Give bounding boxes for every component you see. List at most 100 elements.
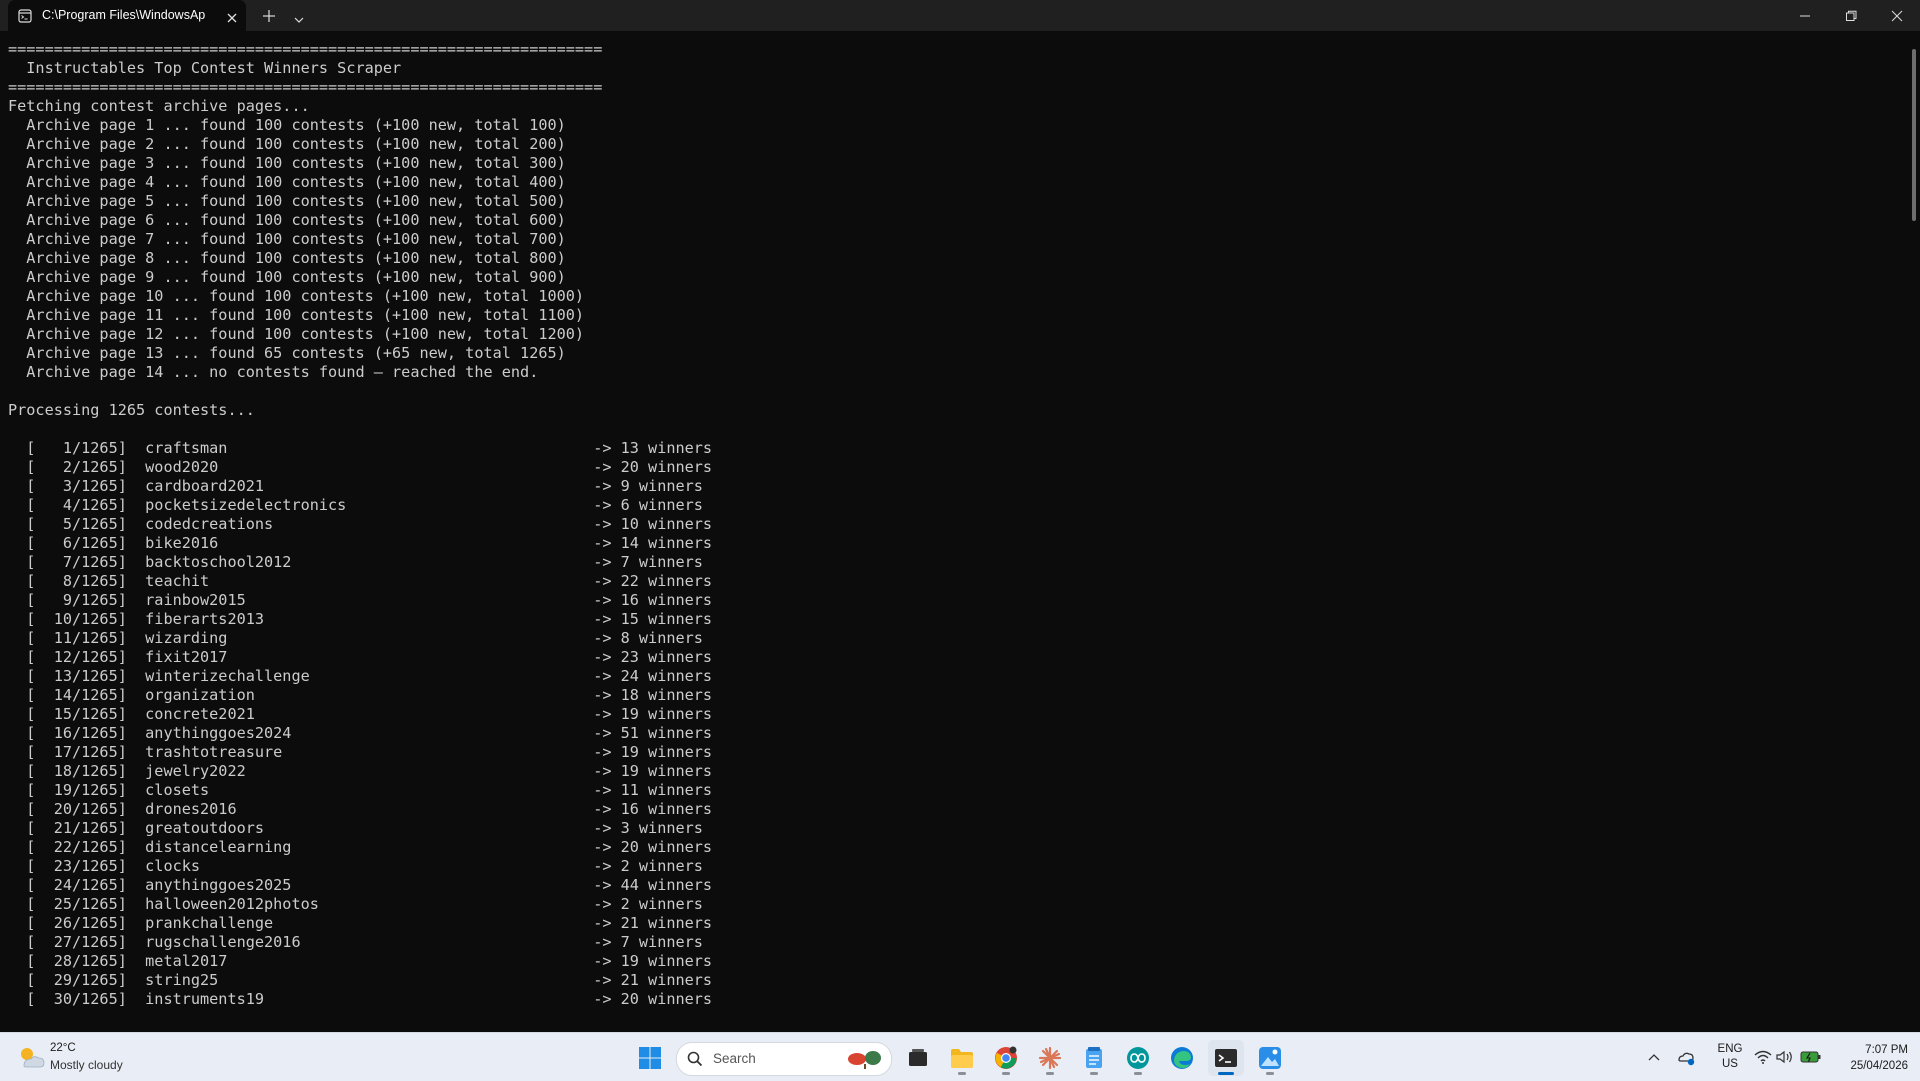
terminal-line: Archive page 12 ... found 100 contests (… [8, 325, 585, 343]
scrollbar-thumb[interactable] [1912, 49, 1916, 221]
terminal-line: Archive page 9 ... found 100 contests (+… [8, 268, 566, 286]
terminal-line: [ 19/1265] closets -> 11 winners [8, 781, 713, 799]
task-view-button[interactable] [900, 1040, 936, 1076]
terminal-line: Archive page 6 ... found 100 contests (+… [8, 211, 566, 229]
clock-time: 7:07 PM [1865, 1044, 1908, 1056]
terminal-line: [ 15/1265] concrete2021 -> 19 winners [8, 705, 713, 723]
terminal-tab[interactable]: C:\Program Files\WindowsAp [8, 0, 246, 31]
chrome-button[interactable] [988, 1040, 1024, 1076]
terminal-line: Archive page 14 ... no contests found – … [8, 363, 539, 381]
language-code: ENG [1717, 1043, 1743, 1055]
start-button[interactable] [632, 1040, 668, 1076]
terminal-line: [ 23/1265] clocks -> 2 winners [8, 857, 703, 875]
terminal-line: [ 17/1265] trashtotreasure -> 19 winners [8, 743, 713, 761]
tab-title: C:\Program Files\WindowsAp [42, 8, 206, 22]
weather-temperature: 22°C [50, 1042, 76, 1054]
wifi-icon[interactable] [1752, 1046, 1774, 1068]
terminal-line: [ 12/1265] fixit2017 -> 23 winners [8, 648, 713, 666]
terminal-line: ========================================… [8, 78, 603, 96]
close-window-button[interactable] [1874, 0, 1920, 31]
terminal-line: Archive page 5 ... found 100 contests (+… [8, 192, 566, 210]
terminal-line: [ 27/1265] rugschallenge2016 -> 7 winner… [8, 933, 703, 951]
terminal-line: [ 22/1265] distancelearning -> 20 winner… [8, 838, 713, 856]
partly-cloudy-icon [16, 1044, 46, 1076]
search-highlight-icon [845, 1048, 887, 1074]
volume-icon[interactable] [1774, 1046, 1796, 1068]
terminal-line: [ 3/1265] cardboard2021 -> 9 winners [8, 477, 703, 495]
notepad-icon [1086, 1047, 1102, 1068]
terminal-line: Archive page 7 ... found 100 contests (+… [8, 230, 566, 248]
onedrive-sync-icon[interactable] [1674, 1046, 1698, 1068]
edge-button[interactable] [1164, 1040, 1200, 1076]
terminal-line: [ 18/1265] jewelry2022 -> 19 winners [8, 762, 713, 780]
show-hidden-icons-chevron-icon[interactable] [1644, 1047, 1664, 1067]
terminal-line: [ 29/1265] string25 -> 21 winners [8, 971, 713, 989]
minimize-button[interactable] [1782, 0, 1828, 31]
claude-button[interactable] [1032, 1040, 1068, 1076]
terminal-line: [ 8/1265] teachit -> 22 winners [8, 572, 713, 590]
edge-icon [1171, 1047, 1193, 1069]
folder-icon [951, 1049, 973, 1068]
clock[interactable]: 7:07 PM 25/04/2026 [1826, 1042, 1908, 1074]
terminal-line: [ 10/1265] fiberarts2013 -> 15 winners [8, 610, 713, 628]
terminal-text: ========================================… [8, 40, 712, 1009]
scrollbar[interactable] [1908, 31, 1920, 1032]
minimize-icon [1800, 15, 1810, 16]
file-explorer-button[interactable] [944, 1040, 980, 1076]
search-icon [687, 1051, 703, 1071]
restore-button[interactable] [1828, 0, 1874, 31]
taskbar: 22°C Mostly cloudy Search ENG US 7:07 PM… [0, 1032, 1920, 1081]
terminal-line: [ 1/1265] craftsman -> 13 winners [8, 439, 713, 457]
close-tab-icon[interactable] [226, 9, 238, 28]
terminal-line: [ 5/1265] codedcreations -> 10 winners [8, 515, 713, 533]
terminal-line: Archive page 3 ... found 100 contests (+… [8, 154, 566, 172]
terminal-line: Archive page 1 ... found 100 contests (+… [8, 116, 566, 134]
terminal-line: ========================================… [8, 40, 603, 58]
title-bar: C:\Program Files\WindowsAp [0, 0, 1920, 32]
arduino-ide-button[interactable] [1120, 1040, 1156, 1076]
terminal-line: Archive page 2 ... found 100 contests (+… [8, 135, 566, 153]
terminal-line: Archive page 13 ... found 65 contests (+… [8, 344, 566, 362]
terminal-line: [ 16/1265] anythinggoes2024 -> 51 winner… [8, 724, 713, 742]
task-view-icon [909, 1049, 927, 1066]
terminal-tab-icon [18, 8, 32, 27]
close-icon [1891, 10, 1903, 21]
terminal-line: [ 21/1265] greatoutdoors -> 3 winners [8, 819, 703, 837]
input-language[interactable]: ENG US [1712, 1042, 1748, 1072]
tab-dropdown-chevron-icon[interactable] [293, 10, 305, 29]
terminal-line: Archive page 11 ... found 100 contests (… [8, 306, 585, 324]
claude-icon [1038, 1046, 1062, 1070]
chrome-icon [995, 1046, 1017, 1069]
weather-widget[interactable]: 22°C Mostly cloudy [14, 1041, 164, 1075]
windows-logo-icon [639, 1047, 661, 1069]
photos-icon [1259, 1047, 1281, 1069]
terminal-taskbar-button[interactable] [1208, 1040, 1244, 1076]
search-placeholder: Search [713, 1051, 756, 1066]
taskbar-search-box[interactable]: Search [676, 1042, 892, 1076]
terminal-line: [ 20/1265] drones2016 -> 16 winners [8, 800, 713, 818]
terminal-line: [ 26/1265] prankchallenge -> 21 winners [8, 914, 713, 932]
terminal-line: [ 14/1265] organization -> 18 winners [8, 686, 713, 704]
terminal-line: [ 24/1265] anythinggoes2025 -> 44 winner… [8, 876, 713, 894]
terminal-line: Archive page 4 ... found 100 contests (+… [8, 173, 566, 191]
terminal-line: Instructables Top Contest Winners Scrape… [8, 59, 402, 77]
terminal-line: [ 11/1265] wizarding -> 8 winners [8, 629, 703, 647]
photos-button[interactable] [1252, 1040, 1288, 1076]
terminal-output[interactable]: ========================================… [0, 31, 1908, 1032]
terminal-line: [ 2/1265] wood2020 -> 20 winners [8, 458, 713, 476]
terminal-line: [ 9/1265] rainbow2015 -> 16 winners [8, 591, 713, 609]
terminal-line: [ 25/1265] halloween2012photos -> 2 winn… [8, 895, 703, 913]
weather-condition: Mostly cloudy [50, 1058, 123, 1072]
terminal-line: [ 28/1265] metal2017 -> 19 winners [8, 952, 713, 970]
terminal-line: [ 7/1265] backtoschool2012 -> 7 winners [8, 553, 703, 571]
terminal-line: [ 4/1265] pocketsizedelectronics -> 6 wi… [8, 496, 703, 514]
notepad-button[interactable] [1076, 1040, 1112, 1076]
new-tab-icon[interactable] [262, 8, 276, 27]
terminal-line: [ 13/1265] winterizechallenge -> 24 winn… [8, 667, 713, 685]
battery-charging-icon[interactable] [1798, 1046, 1824, 1068]
region-code: US [1722, 1058, 1738, 1070]
terminal-line: Fetching contest archive pages... [8, 97, 310, 115]
terminal-line: [ 30/1265] instruments19 -> 20 winners [8, 990, 713, 1008]
